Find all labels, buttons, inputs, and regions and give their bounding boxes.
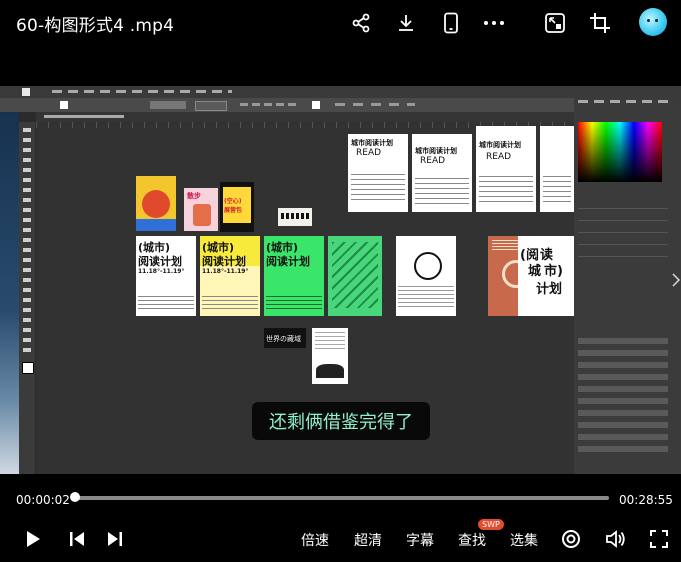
tab-label bbox=[44, 115, 124, 118]
subtitle-button[interactable]: 字幕 bbox=[406, 530, 434, 550]
poster-city-read-green: (城市) 阅读计划 bbox=[264, 236, 324, 316]
home-icon bbox=[22, 88, 30, 96]
opacity-field bbox=[195, 101, 227, 111]
poster-tall-type: (阅 城 市) 读 计划 bbox=[518, 236, 574, 316]
tool-icons bbox=[23, 128, 31, 358]
poster-pink-title: 散步 bbox=[187, 192, 201, 200]
color-picker[interactable] bbox=[578, 122, 662, 182]
poster-mid-title: (空心) bbox=[224, 198, 242, 205]
fullscreen-icon[interactable] bbox=[648, 528, 670, 550]
danmaku-icon[interactable] bbox=[560, 528, 582, 550]
progress-track[interactable] bbox=[73, 496, 609, 500]
poster-white-circle bbox=[396, 236, 456, 316]
poster-read3-sub: READ bbox=[486, 152, 512, 162]
top-bar: 60-构图形式4 .mp4 bbox=[0, 0, 681, 46]
properties-section bbox=[578, 208, 668, 268]
poster-read-2: 城市阅读计划 READ bbox=[412, 134, 472, 212]
poster-big2-sub: 阅读计划 bbox=[202, 255, 246, 268]
stroke-field bbox=[150, 101, 186, 109]
volume-icon[interactable] bbox=[604, 528, 628, 550]
poster-mid-sub: 展营包 bbox=[224, 207, 243, 214]
tools-panel bbox=[19, 122, 35, 474]
episodes-button[interactable]: 选集 bbox=[510, 530, 538, 550]
current-time: 00:00:02 bbox=[16, 493, 70, 507]
control-labels-2 bbox=[335, 103, 415, 106]
poster-book-title: 世界の藏域 bbox=[266, 335, 301, 343]
crop-icon[interactable] bbox=[588, 11, 612, 35]
control-labels bbox=[240, 103, 300, 106]
color-swatch bbox=[312, 101, 320, 109]
poster-read1-title: 城市阅读计划 bbox=[351, 139, 393, 147]
poster-green-2 bbox=[328, 236, 382, 316]
fill-swatch bbox=[60, 101, 68, 109]
poster-small-strip bbox=[278, 208, 312, 226]
phone-icon[interactable] bbox=[439, 11, 463, 35]
speed-button[interactable]: 倍速 bbox=[301, 530, 329, 550]
pip-icon[interactable] bbox=[543, 11, 567, 35]
poster-city-read-1: (城市) 阅读计划 11.18°-11.19° bbox=[136, 236, 196, 316]
poster-tall-last: 计划 bbox=[536, 282, 563, 297]
video-title: 60-构图形式4 .mp4 bbox=[16, 16, 175, 36]
fill-stroke-icon bbox=[22, 362, 34, 374]
poster-big3-sub: 阅读计划 bbox=[266, 255, 310, 268]
play-icon[interactable] bbox=[22, 528, 44, 550]
next-icon[interactable] bbox=[104, 528, 126, 550]
panel-tabs bbox=[578, 100, 668, 103]
menu-items bbox=[52, 90, 232, 93]
poster-read2-sub: READ bbox=[420, 156, 446, 166]
quality-button[interactable]: 超清 bbox=[354, 530, 382, 550]
poster-read1-sub: READ bbox=[356, 148, 382, 158]
poster-read2-title: 城市阅读计划 bbox=[415, 147, 457, 155]
poster-pink: 散步 bbox=[184, 188, 218, 231]
poster-read-1: 城市阅读计划 READ bbox=[348, 134, 408, 212]
poster-book: 世界の藏域 bbox=[264, 328, 306, 348]
prev-icon[interactable] bbox=[66, 528, 88, 550]
poster-black-mid: (空心) 展营包 bbox=[220, 182, 254, 232]
search-badge: SWP bbox=[478, 519, 504, 530]
app-menubar bbox=[0, 86, 681, 98]
poster-read-3: 城市阅读计划 READ bbox=[476, 126, 536, 212]
character-panel bbox=[578, 338, 668, 458]
poster-big2-date: 11.18°-11.19° bbox=[202, 268, 249, 275]
poster-big1-sub: 阅读计划 bbox=[138, 255, 182, 268]
chevron-right-icon[interactable] bbox=[672, 272, 681, 287]
poster-read-4 bbox=[540, 126, 574, 212]
subtitle-caption: 还剩俩借鉴完得了 bbox=[252, 402, 430, 440]
poster-sketch bbox=[312, 328, 348, 384]
progress-knob[interactable] bbox=[70, 492, 80, 502]
right-panel bbox=[574, 98, 681, 474]
poster-cartoon bbox=[136, 176, 176, 231]
poster-tall-end: 读 bbox=[540, 248, 554, 263]
poster-city-read-2: (城市) 阅读计划 11.18°-11.19° bbox=[200, 236, 260, 316]
avatar[interactable] bbox=[639, 8, 667, 36]
document-tab bbox=[36, 112, 576, 122]
poster-read3-title: 城市阅读计划 bbox=[479, 141, 521, 149]
download-icon[interactable] bbox=[394, 11, 418, 35]
desktop-strip bbox=[0, 112, 19, 474]
more-icon[interactable] bbox=[482, 11, 506, 35]
search-button[interactable]: 查找 bbox=[458, 530, 486, 550]
share-icon[interactable] bbox=[349, 11, 373, 35]
total-time: 00:28:55 bbox=[619, 493, 673, 507]
poster-big1-date: 11.18°-11.19° bbox=[138, 268, 185, 275]
